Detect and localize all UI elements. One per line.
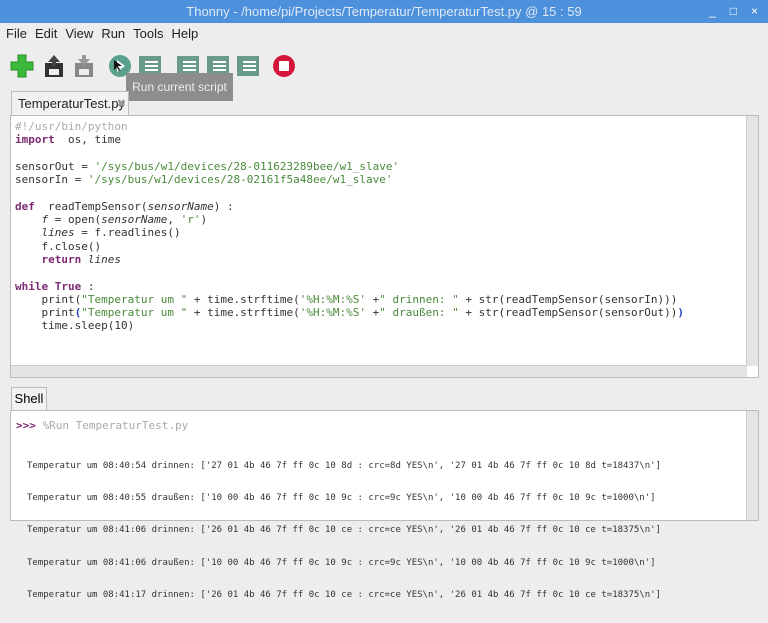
code-token: lines <box>41 226 75 240</box>
menu-help[interactable]: Help <box>172 26 199 41</box>
code-token: time.sleep(10) <box>15 319 135 333</box>
code-text[interactable]: #!/usr/bin/python import os, time sensorOu… <box>15 120 684 333</box>
menu-edit[interactable]: Edit <box>35 26 57 41</box>
output-line: Temperatur um 08:40:54 drinnen: ['27 01 … <box>27 460 661 471</box>
code-token: f.close() <box>15 239 102 253</box>
menu-run[interactable]: Run <box>101 26 125 41</box>
code-token: print <box>15 306 75 320</box>
code-token: while True <box>15 279 82 293</box>
code-line: return lines <box>15 253 684 266</box>
code-token: readTempSensor( <box>34 199 148 213</box>
code-token: lines <box>87 252 121 266</box>
code-line: time.sleep(10) <box>15 319 684 332</box>
code-token: ) <box>200 213 208 227</box>
prompt-marker: >>> <box>16 419 36 432</box>
shell-scrollbar[interactable] <box>746 411 758 520</box>
menu-bar: File Edit View Run Tools Help <box>6 26 198 41</box>
shell-prompt-line: >>> %Run TemperaturTest.py <box>16 419 188 432</box>
code-token: '/sys/bus/w1/devices/28-02161f5a48ee/w1_… <box>87 173 393 187</box>
code-token: sensorIn = <box>15 173 88 187</box>
tooltip: Run current script <box>126 73 233 101</box>
code-token: , <box>167 213 181 227</box>
code-token: sensorName <box>147 199 214 213</box>
maximize-button[interactable]: □ <box>730 0 737 23</box>
code-line: import os, time <box>15 133 684 146</box>
code-token: = open( <box>48 213 102 227</box>
tab-label: TemperaturTest.py <box>18 96 125 111</box>
code-token: " drinnen: " <box>379 292 459 306</box>
code-token: ) <box>677 306 684 320</box>
output-line: Temperatur um 08:40:55 draußen: ['10 00 … <box>27 492 656 503</box>
menu-tools[interactable]: Tools <box>133 26 163 41</box>
close-tab-icon[interactable]: ✖ <box>117 92 126 116</box>
output-line: Temperatur um 08:41:06 draußen: ['10 00 … <box>27 557 656 568</box>
vertical-scrollbar[interactable] <box>746 116 758 366</box>
code-token: print( <box>15 292 82 306</box>
menu-file[interactable]: File <box>6 26 27 41</box>
code-token: : <box>81 279 95 293</box>
code-token: + str(readTempSensor(sensorOut)) <box>458 306 678 320</box>
code-line: sensorIn = '/sys/bus/w1/devices/28-02161… <box>15 173 684 186</box>
code-editor[interactable]: #!/usr/bin/python import os, time sensorOu… <box>10 115 759 378</box>
code-line: lines = f.readlines() <box>15 226 684 239</box>
code-token: return <box>41 252 82 266</box>
code-token: ) : <box>213 199 234 213</box>
window-title: Thonny - /home/pi/Projects/Temperatur/Te… <box>186 4 582 19</box>
code-token: sensorName <box>101 213 168 227</box>
code-token: '/sys/bus/w1/devices/28-011623289bee/w1_… <box>94 159 400 173</box>
code-token: "Temperatur um " <box>81 306 188 320</box>
run-command: %Run TemperaturTest.py <box>35 419 189 432</box>
code-token: '%H:%M:%S' <box>299 292 367 306</box>
code-token: + <box>366 306 380 320</box>
tab-shell[interactable]: Shell <box>11 387 47 410</box>
code-token: import <box>15 133 55 147</box>
tab-temperaturtest[interactable]: TemperaturTest.py ✖ <box>11 91 129 115</box>
code-token: + str(readTempSensor(sensorIn))) <box>458 292 678 306</box>
close-button[interactable]: × <box>751 0 758 23</box>
code-token: + time.strftime( <box>187 292 300 306</box>
code-token: " draußen: " <box>379 306 459 320</box>
code-token: def <box>15 199 35 213</box>
code-line: #!/usr/bin/python <box>15 120 684 133</box>
title-bar: Thonny - /home/pi/Projects/Temperatur/Te… <box>0 0 768 23</box>
save-icon[interactable] <box>72 54 96 78</box>
code-line: print("Temperatur um " + time.strftime('… <box>15 293 684 306</box>
stop-icon[interactable] <box>272 54 296 78</box>
code-line: while True : <box>15 280 684 293</box>
code-token: + time.strftime( <box>187 306 300 320</box>
new-file-icon[interactable] <box>10 54 34 78</box>
output-line: Temperatur um 08:41:17 drinnen: ['26 01 … <box>27 590 661 601</box>
code-line: sensorOut = '/sys/bus/w1/devices/28-0116… <box>15 160 684 173</box>
menu-view[interactable]: View <box>65 26 93 41</box>
load-icon[interactable] <box>42 54 66 78</box>
code-line: print("Temperatur um " + time.strftime('… <box>15 306 684 320</box>
code-line: f.close() <box>15 240 684 253</box>
code-token: #!/usr/bin/python <box>15 120 128 133</box>
code-token: "Temperatur um " <box>81 292 188 306</box>
code-token: os, time <box>54 133 121 147</box>
code-token: = f.readlines() <box>74 226 181 240</box>
code-token: sensorOut = <box>15 159 95 173</box>
horizontal-scrollbar[interactable] <box>11 365 747 377</box>
code-line: f = open(sensorName, 'r') <box>15 213 684 226</box>
step-out-icon[interactable] <box>236 54 260 78</box>
code-token: + <box>366 292 380 306</box>
code-line: def readTempSensor(sensorName) : <box>15 200 684 213</box>
minimize-button[interactable]: _ <box>709 0 716 23</box>
code-token: '%H:%M:%S' <box>299 306 367 320</box>
code-token: 'r' <box>180 213 201 227</box>
shell-panel[interactable]: >>> %Run TemperaturTest.py Temperatur um… <box>10 410 759 600</box>
